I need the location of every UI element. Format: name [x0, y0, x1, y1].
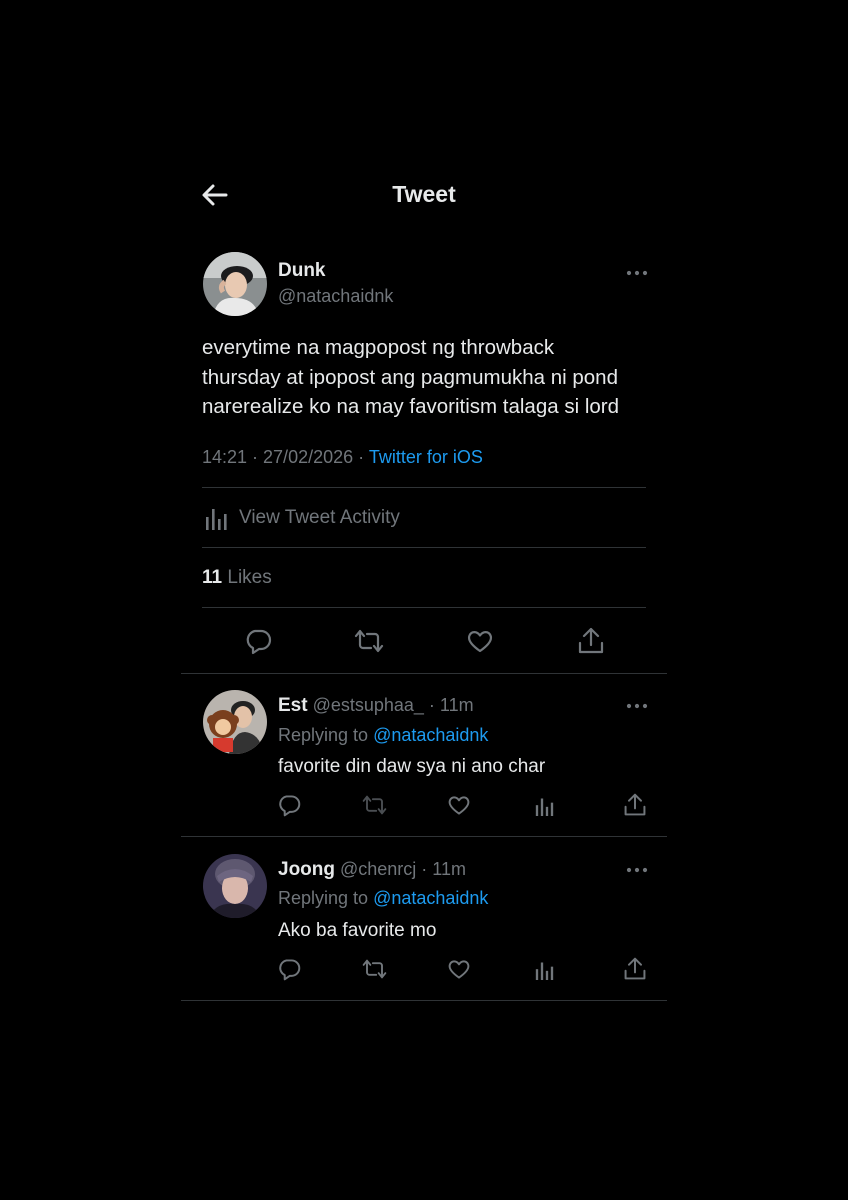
reply-icon — [246, 629, 272, 655]
analytics-button[interactable] — [535, 959, 555, 981]
tweet-timestamp: 14:21 · 27/02/2026 · — [202, 447, 369, 467]
reply-text: favorite din daw sya ni ano char — [278, 756, 546, 777]
tweet-text-line: thursday at ipopost ang pagmumukha ni po… — [202, 365, 618, 389]
tweet-source-link[interactable]: Twitter for iOS — [369, 447, 483, 467]
retweet-icon — [354, 629, 384, 653]
like-icon — [468, 631, 492, 653]
retweet-button[interactable] — [362, 957, 387, 981]
avatar[interactable] — [203, 690, 267, 754]
replying-to-prefix: Replying to — [278, 888, 374, 908]
likes-count: 11 — [202, 567, 223, 588]
analytics-button[interactable] — [535, 795, 555, 817]
divider — [181, 1000, 667, 1001]
more-options-button[interactable] — [625, 268, 649, 278]
tweet-text-line: everytime na magpopost ng throwback — [202, 336, 555, 359]
more-options-button[interactable] — [625, 701, 649, 711]
share-icon — [624, 957, 646, 980]
analytics-icon — [535, 798, 554, 816]
view-activity-button[interactable]: View Tweet Activity — [205, 505, 400, 531]
divider — [202, 547, 646, 548]
like-button[interactable] — [447, 793, 471, 817]
like-icon — [448, 796, 470, 815]
reply-button[interactable] — [277, 957, 301, 981]
like-button[interactable] — [447, 957, 471, 981]
share-icon — [624, 793, 646, 816]
share-icon — [578, 627, 604, 654]
reply-button[interactable] — [244, 627, 272, 655]
more-icon — [626, 867, 648, 873]
more-options-button[interactable] — [625, 865, 649, 875]
author-handle[interactable]: @natachaidnk — [278, 286, 393, 307]
like-icon — [448, 960, 470, 979]
tweet-text-line: narerealize ko na may favoritism talaga … — [202, 395, 620, 418]
share-button[interactable] — [623, 792, 647, 818]
reply-button[interactable] — [277, 793, 301, 817]
share-button[interactable] — [623, 956, 647, 982]
divider — [181, 673, 667, 674]
avatar[interactable] — [203, 252, 267, 316]
reply-icon — [279, 959, 301, 981]
avatar[interactable] — [203, 854, 267, 918]
analytics-icon — [535, 962, 554, 980]
likes-count-link[interactable]: 11 Likes — [202, 567, 272, 589]
reply-handle-time[interactable]: @estsuphaa_ · 11m — [308, 695, 474, 715]
reply-author-name[interactable]: Est — [278, 695, 308, 716]
replying-to-prefix: Replying to — [278, 725, 374, 745]
author-name[interactable]: Dunk — [278, 260, 326, 282]
reply-header: Est @estsuphaa_ · 11m — [278, 695, 474, 717]
reply-handle-time[interactable]: @chenrcj · 11m — [335, 859, 466, 879]
share-button[interactable] — [577, 626, 605, 656]
tweet-meta: 14:21 · 27/02/2026 · Twitter for iOS — [202, 447, 483, 468]
view-activity-label: View Tweet Activity — [239, 507, 400, 528]
analytics-icon — [206, 509, 227, 530]
retweet-icon — [362, 959, 387, 979]
replying-to-mention[interactable]: @natachaidnk — [373, 725, 488, 745]
retweet-icon — [362, 795, 387, 815]
replying-to-mention[interactable]: @natachaidnk — [373, 888, 488, 908]
retweet-button[interactable] — [354, 627, 384, 655]
more-icon — [626, 270, 648, 276]
replying-to: Replying to @natachaidnk — [278, 888, 488, 909]
replying-to: Replying to @natachaidnk — [278, 725, 488, 746]
reply-header: Joong @chenrcj · 11m — [278, 859, 466, 881]
reply-icon — [279, 795, 301, 817]
retweet-button[interactable] — [362, 793, 387, 817]
divider — [202, 487, 646, 488]
more-icon — [626, 703, 648, 709]
reply-text: Ako ba favorite mo — [278, 920, 437, 941]
page-title: Tweet — [392, 181, 456, 207]
divider — [181, 836, 667, 837]
likes-label: Likes — [222, 567, 272, 588]
tweet-text: everytime na magpopost ng throwback thur… — [202, 333, 662, 422]
reply-author-name[interactable]: Joong — [278, 859, 335, 880]
like-button[interactable] — [466, 627, 494, 655]
divider — [202, 607, 646, 608]
